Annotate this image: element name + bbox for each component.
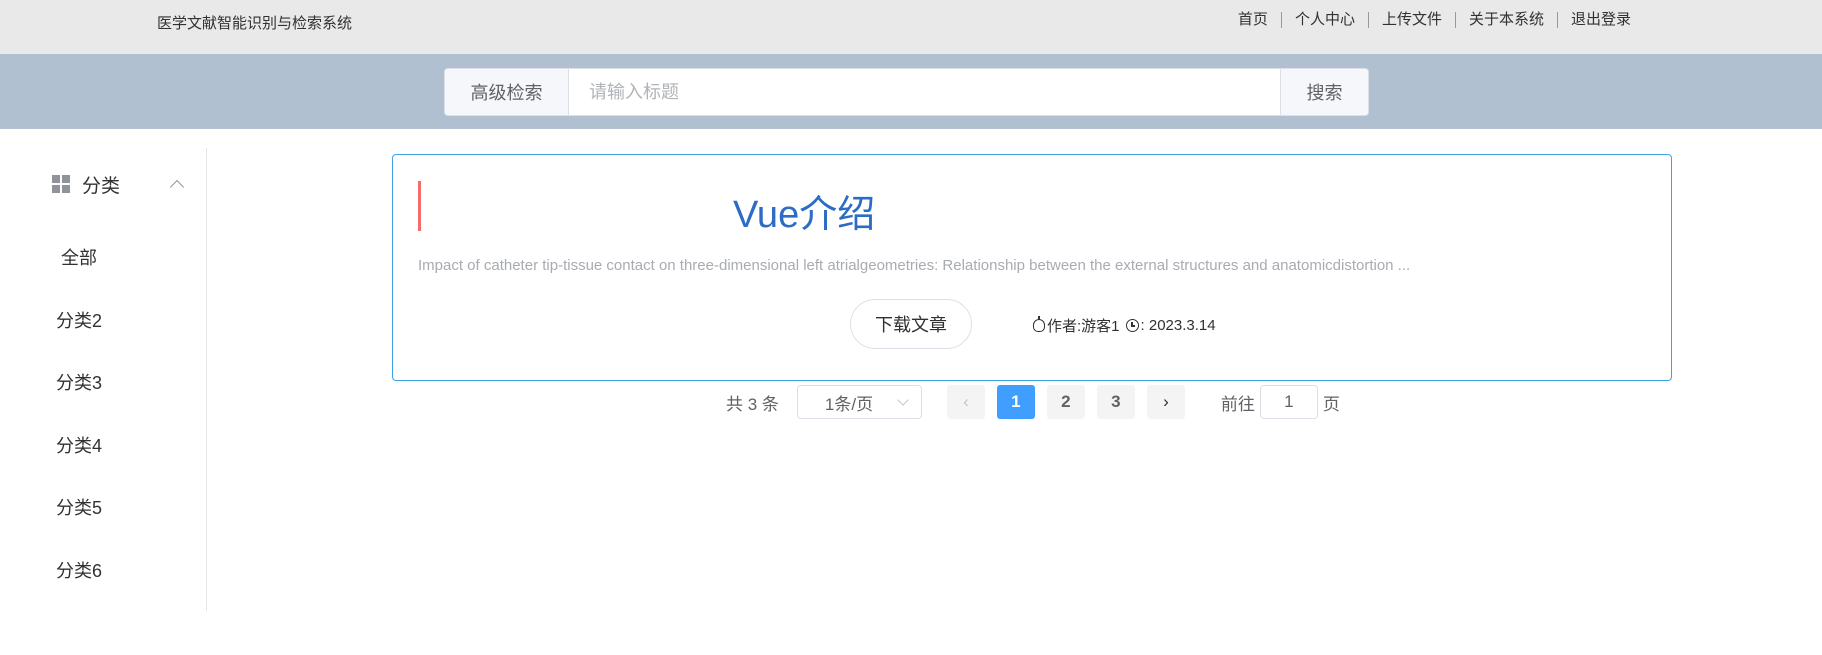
category-header-label: 分类 [82,175,121,197]
goto-suffix: 页 [1322,394,1340,414]
search-band: 高级检索 搜索 [0,54,1822,129]
next-page-button[interactable]: › [1146,385,1185,419]
chevron-down-icon [897,394,909,406]
advanced-search-button[interactable]: 高级检索 [445,69,569,115]
nav-profile[interactable]: 个人中心 [1280,12,1368,28]
article-meta: 作者:游客1 : 2023.3.14 [1033,315,1216,336]
page-size-select[interactable]: 1条/页 [796,385,922,419]
pagination-total: 共 3 条 [726,394,779,414]
grid-icon [52,175,70,193]
category-item-5[interactable]: 分类5 [0,476,206,539]
pagination: 共 3 条 1条/页 ‹ 1 2 3 › 前往 页 [726,384,1340,420]
clock-icon [1125,319,1139,332]
category-item-3[interactable]: 分类3 [0,351,206,414]
chevron-up-icon[interactable] [169,179,185,194]
nav-logout[interactable]: 退出登录 [1556,12,1644,28]
title-accent-bar [418,181,421,231]
category-item-2[interactable]: 分类2 [0,289,206,352]
category-sidebar: 分类 全部 分类2 分类3 分类4 分类5 分类6 [0,148,207,611]
nav-home[interactable]: 首页 [1225,12,1281,28]
category-header[interactable]: 分类 [52,172,185,197]
article-date: : 2023.3.14 [1140,317,1216,334]
category-item-6[interactable]: 分类6 [0,539,206,602]
category-item-all[interactable]: 全部 [0,226,206,289]
page-button-3[interactable]: 3 [1096,385,1135,419]
prev-page-button[interactable]: ‹ [946,385,985,419]
article-card: Vue介绍 Impact of catheter tip-tissue cont… [392,154,1672,381]
top-bar: 医学文献智能识别与检索系统 首页 个人中心 上传文件 关于本系统 退出登录 [0,0,1822,54]
article-title[interactable]: Vue介绍 [733,183,875,238]
article-author: 作者:游客1 [1047,318,1120,335]
goto-prefix: 前往 [1220,394,1255,414]
page-size-value: 1条/页 [824,394,874,414]
top-nav: 首页 个人中心 上传文件 关于本系统 退出登录 [1225,12,1644,28]
search-box: 高级检索 搜索 [444,68,1369,116]
article-abstract: Impact of catheter tip-tissue contact on… [418,257,1411,274]
category-item-4[interactable]: 分类4 [0,414,206,477]
chevron-right-icon: › [1163,392,1169,411]
page-button-1[interactable]: 1 [996,385,1035,419]
goto-page: 前往 页 [1221,385,1340,419]
goto-page-input[interactable] [1259,385,1318,419]
brand-title: 医学文献智能识别与检索系统 [157,15,353,32]
category-list: 全部 分类2 分类3 分类4 分类5 分类6 [0,226,206,601]
apple-icon [1033,316,1045,332]
nav-upload[interactable]: 上传文件 [1367,12,1455,28]
nav-about[interactable]: 关于本系统 [1454,12,1557,28]
download-article-button[interactable]: 下载文章 [850,299,972,349]
search-button[interactable]: 搜索 [1280,69,1368,115]
chevron-left-icon: ‹ [963,392,969,411]
page-button-2[interactable]: 2 [1046,385,1085,419]
search-input[interactable] [569,69,1280,115]
